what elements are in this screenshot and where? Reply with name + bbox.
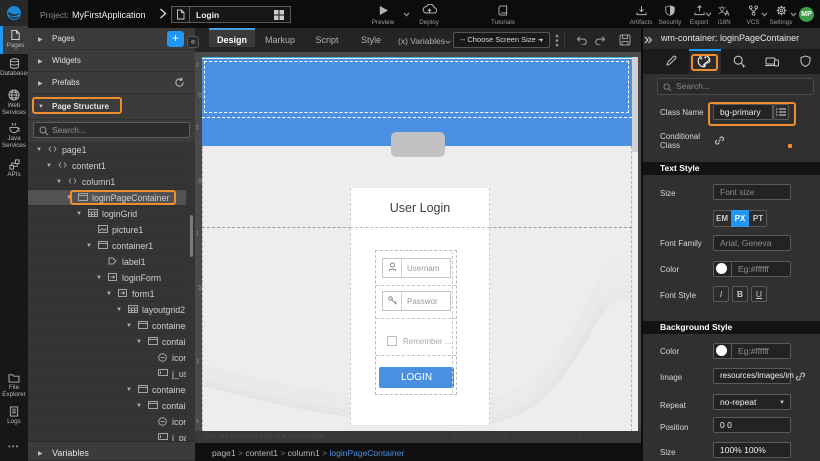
- svg-text:A: A: [724, 11, 729, 17]
